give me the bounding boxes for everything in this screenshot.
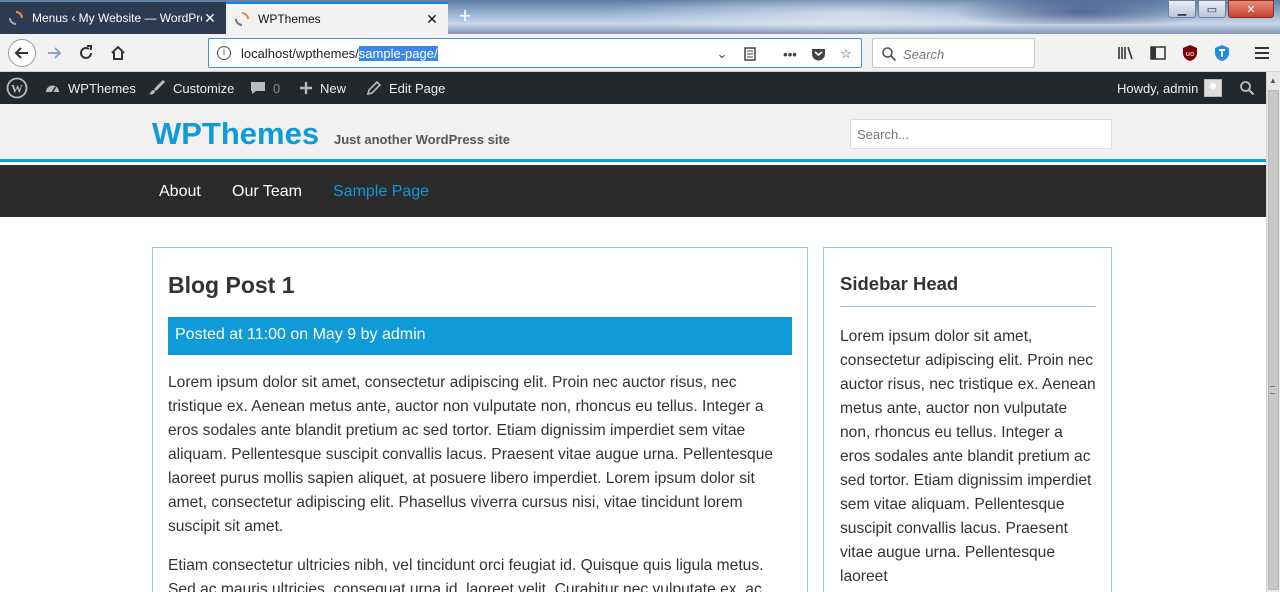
vpn-shield-icon[interactable] [1212,43,1232,63]
reload-button[interactable] [72,39,100,67]
sidebar-heading: Sidebar Head [840,273,959,294]
comments-link[interactable]: 0 [250,72,280,104]
library-icon[interactable] [1116,43,1136,63]
pencil-icon [366,80,382,96]
back-arrow-icon [14,47,28,59]
customize-label: Customize [173,80,235,96]
site-header: WPThemes Just another WordPress site [0,104,1266,162]
customize-link[interactable]: Customize [148,72,234,104]
scrollbar-thumb[interactable] [1268,90,1279,590]
svg-text:uo: uo [1186,50,1195,58]
post-title: Blog Post 1 [168,272,295,298]
dashboard-icon [46,85,59,92]
comment-bubble-icon [251,82,265,94]
back-button[interactable] [8,39,36,67]
reload-icon [80,45,92,59]
wordpress-loading-icon [234,11,250,27]
scrollbar-grip [1270,386,1275,394]
sidebar-text: Lorem ipsum dolor sit amet, consectetur … [840,328,1096,585]
home-icon [111,45,125,60]
close-window-button[interactable]: ✕ [1228,0,1274,18]
my-account-menu[interactable]: Howdy, admin [1117,72,1223,104]
browser-search-input[interactable]: Search [872,38,1035,68]
wp-logo-menu[interactable]: W [6,72,35,104]
scroll-up-icon[interactable]: ▲ [1269,76,1277,85]
site-info-icon[interactable]: i [217,46,231,60]
site-name-menu[interactable]: WPThemes [44,72,136,104]
svg-text:W: W [11,82,23,96]
new-tab-button[interactable]: + [452,4,478,30]
url-text[interactable]: localhost/wpthemes/sample-page/ [241,46,438,61]
site-tagline: Just another WordPress site [334,132,511,147]
menu-hamburger-icon[interactable] [1252,43,1272,63]
site-search-input[interactable] [850,119,1112,149]
sidebar-divider [840,306,1096,307]
tab-wpthemes[interactable]: WPThemes ✕ [226,2,448,34]
plus-icon [300,82,312,94]
tab-menus[interactable]: Menus ‹ My Website — WordPress ✕ [0,2,226,34]
wordpress-logo-icon: W [6,77,28,99]
site-title[interactable]: WPThemes [152,116,319,152]
primary-navigation: About Our Team Sample Page [0,165,1266,217]
reader-view-icon[interactable] [741,45,759,63]
sidebar-toggle-icon[interactable] [1148,43,1168,63]
minimize-window-button[interactable]: ▁ [1168,0,1196,18]
post-paragraph: Etiam consectetur ultricies nibh, vel ti… [168,557,764,592]
site-name-label: WPThemes [68,80,136,96]
search-icon [882,47,897,62]
nav-item-about[interactable]: About [159,183,201,201]
page-scrollbar[interactable]: ▲ [1266,72,1280,592]
admin-search-toggle[interactable] [1239,72,1262,104]
edit-page-link[interactable]: Edit Page [366,72,445,104]
avatar [1204,79,1223,97]
blog-post: Blog Post 1 Posted at 11:00 on May 9 by … [152,247,808,592]
browser-toolbar: i localhost/wpthemes/sample-page/ ⌄ ••• … [0,34,1280,72]
chevron-down-icon[interactable]: ⌄ [713,45,731,63]
close-tab-icon[interactable]: ✕ [202,10,218,26]
forward-button[interactable] [40,39,68,67]
post-paragraph: Lorem ipsum dolor sit amet, consectetur … [168,374,774,535]
home-button[interactable] [104,39,132,67]
wordpress-loading-icon [8,10,24,26]
ublock-extension-icon[interactable]: uo [1180,43,1200,63]
howdy-label: Howdy, admin [1117,80,1199,96]
search-icon [1240,81,1255,96]
paintbrush-icon [149,80,166,95]
page-actions-icon[interactable]: ••• [781,45,799,63]
post-meta: Posted at 11:00 on May 9 by admin [168,317,792,355]
tab-title: Menus ‹ My Website — WordPress [32,11,202,25]
new-content-menu[interactable]: New [299,72,346,104]
pocket-icon[interactable] [809,45,827,63]
new-label: New [320,80,347,96]
sidebar-widget: Sidebar Head Lorem ipsum dolor sit amet,… [823,247,1112,592]
forward-arrow-icon [48,47,62,59]
bookmark-star-icon[interactable]: ☆ [837,45,855,63]
tab-title: WPThemes [258,12,321,26]
close-tab-icon[interactable]: ✕ [424,11,440,27]
edit-page-label: Edit Page [389,80,446,96]
comments-count: 0 [273,80,281,96]
address-bar[interactable]: i localhost/wpthemes/sample-page/ ⌄ ••• … [208,38,862,68]
nav-item-sample-page[interactable]: Sample Page [333,183,429,201]
wp-admin-bar: W WPThemes Customize 0 New Edit Page How… [0,72,1266,104]
nav-item-our-team[interactable]: Our Team [232,183,302,201]
maximize-window-button[interactable]: ▭ [1198,0,1226,18]
search-placeholder: Search [903,47,945,62]
url-selection: sample-page/ [358,46,438,61]
browser-tab-strip: Menus ‹ My Website — WordPress ✕ WPTheme… [0,0,1280,34]
